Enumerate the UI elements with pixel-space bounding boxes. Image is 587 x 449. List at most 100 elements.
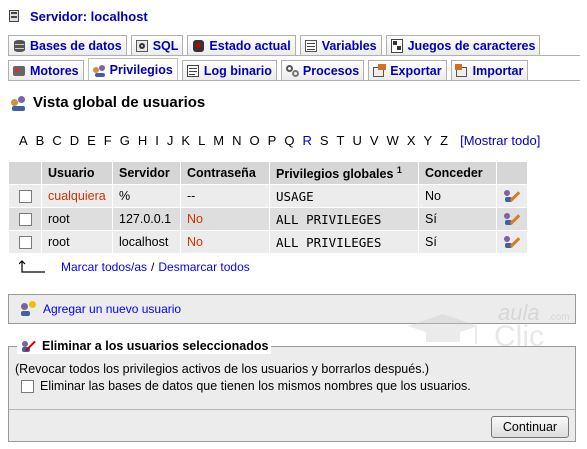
arrow-up-left-icon bbox=[18, 260, 49, 274]
alphabet-letter-v[interactable]: V bbox=[370, 133, 379, 148]
tab-processes[interactable]: Procesos bbox=[280, 60, 365, 80]
edit-privileges-icon[interactable] bbox=[503, 188, 521, 204]
status-icon bbox=[191, 39, 206, 53]
user-cell: cualquiera bbox=[42, 185, 112, 207]
tab-sql[interactable]: SQL bbox=[130, 35, 184, 55]
alphabet-letter-g[interactable]: G bbox=[120, 133, 130, 148]
continue-button[interactable]: Continuar bbox=[491, 416, 569, 438]
table-row: root localhost No ALL PRIVILEGES Sí bbox=[9, 231, 527, 253]
mark-all-link[interactable]: Marcar todos/as bbox=[61, 260, 147, 274]
alphabet-letter-u[interactable]: U bbox=[352, 133, 361, 148]
row-checkbox[interactable] bbox=[18, 213, 32, 227]
alphabet-letter-j[interactable]: J bbox=[167, 133, 174, 148]
alphabet-letter-y[interactable]: Y bbox=[423, 133, 432, 148]
tab-binlog[interactable]: Log binario bbox=[181, 60, 277, 80]
user-cell: root bbox=[42, 231, 112, 253]
alphabet-filter: A B C D E F G H I J K L M N O P Q R S T U V W X Y Z [Mostrar todo] bbox=[19, 133, 548, 148]
privileges-cell: USAGE bbox=[270, 185, 418, 207]
edit-cell bbox=[497, 208, 527, 230]
alphabet-letter-s[interactable]: S bbox=[320, 133, 329, 148]
tabs-row-secondary: Motores Privilegios Log binario Procesos… bbox=[8, 58, 532, 80]
alphabet-letter-i[interactable]: I bbox=[155, 133, 159, 148]
mark-all-row: Marcar todos/as / Desmarcar todos bbox=[18, 260, 250, 274]
alphabet-letter-k[interactable]: K bbox=[181, 133, 190, 148]
drop-databases-option[interactable]: Eliminar las bases de datos que tienen l… bbox=[21, 379, 471, 393]
tab-label: Privilegios bbox=[109, 62, 173, 77]
alphabet-letter-r[interactable]: R bbox=[302, 133, 311, 148]
tabs-row-primary: Bases de datos SQL Estado actual Variabl… bbox=[8, 35, 544, 55]
alphabet-letter-o[interactable]: O bbox=[250, 133, 260, 148]
delete-users-legend: Eliminar a los usuarios seleccionados bbox=[17, 338, 272, 354]
column-header-password-label: Contraseña bbox=[187, 166, 256, 180]
alphabet-letter-m[interactable]: M bbox=[213, 133, 224, 148]
row-checkbox[interactable] bbox=[18, 190, 32, 204]
grant-cell: Sí bbox=[419, 208, 496, 230]
alphabet-letter-c[interactable]: C bbox=[52, 133, 61, 148]
grant-cell: Sí bbox=[419, 231, 496, 253]
row-select-cell bbox=[9, 208, 41, 230]
grant-cell: No bbox=[419, 185, 496, 207]
row-checkbox[interactable] bbox=[18, 236, 32, 250]
charset-icon bbox=[390, 38, 405, 53]
password-cell: -- bbox=[181, 185, 269, 207]
database-icon bbox=[12, 39, 27, 53]
page-heading: Vista global de usuarios bbox=[10, 94, 205, 111]
add-user-icon bbox=[19, 301, 37, 317]
tab-variables[interactable]: Variables bbox=[299, 35, 382, 55]
delete-users-note: (Revocar todos los privilegios activos d… bbox=[15, 362, 430, 376]
alphabet-letter-p[interactable]: P bbox=[268, 133, 277, 148]
alphabet-letter-z[interactable]: Z bbox=[440, 133, 448, 148]
table-header-row: Usuario Servidor Contraseña Privilegios … bbox=[9, 162, 527, 184]
alphabet-letter-x[interactable]: X bbox=[407, 133, 416, 148]
alphabet-letter-t[interactable]: T bbox=[337, 133, 345, 148]
tab-databases[interactable]: Bases de datos bbox=[8, 35, 127, 55]
drop-databases-checkbox[interactable] bbox=[21, 379, 34, 393]
sql-icon bbox=[135, 39, 150, 53]
footnote-mark: 1 bbox=[396, 164, 402, 175]
tabs-divider bbox=[8, 80, 580, 81]
alphabet-letter-l[interactable]: L bbox=[198, 133, 205, 148]
show-all-link[interactable]: [Mostrar todo] bbox=[460, 133, 540, 148]
privileges-icon bbox=[92, 63, 107, 77]
alphabet-letter-h[interactable]: H bbox=[138, 133, 147, 148]
engines-icon bbox=[12, 64, 27, 78]
page-title: Vista global de usuarios bbox=[33, 94, 206, 111]
alphabet-letter-d[interactable]: D bbox=[70, 133, 79, 148]
alphabet-letter-w[interactable]: W bbox=[387, 133, 399, 148]
edit-privileges-icon[interactable] bbox=[503, 211, 521, 227]
edit-column-header bbox=[497, 162, 527, 184]
tab-status[interactable]: Estado actual bbox=[187, 35, 296, 55]
tab-export[interactable]: Exportar bbox=[368, 60, 447, 80]
variables-icon bbox=[304, 39, 319, 53]
column-header-password: Contraseña bbox=[181, 162, 269, 184]
users-icon bbox=[10, 95, 27, 111]
tab-label: Estado actual bbox=[209, 38, 291, 53]
delete-user-icon bbox=[20, 338, 36, 354]
edit-cell bbox=[497, 185, 527, 207]
alphabet-letter-a[interactable]: A bbox=[19, 133, 28, 148]
table-row: root 127.0.0.1 No ALL PRIVILEGES Sí bbox=[9, 208, 527, 230]
alphabet-letter-q[interactable]: Q bbox=[284, 133, 294, 148]
add-user-link[interactable]: Agregar un nuevo usuario bbox=[43, 302, 181, 316]
table-row: cualquiera % -- USAGE No bbox=[9, 185, 527, 207]
unmark-all-link[interactable]: Desmarcar todos bbox=[158, 260, 249, 274]
alphabet-letter-n[interactable]: N bbox=[232, 133, 241, 148]
tab-charsets[interactable]: Juegos de caracteres bbox=[385, 35, 541, 55]
server-label[interactable]: Servidor: localhost bbox=[30, 9, 148, 24]
alphabet-letter-f[interactable]: F bbox=[104, 133, 112, 148]
alphabet-letter-e[interactable]: E bbox=[87, 133, 96, 148]
tab-label: SQL bbox=[152, 38, 179, 53]
edit-cell bbox=[497, 231, 527, 253]
import-icon bbox=[454, 63, 470, 78]
processes-icon bbox=[285, 64, 300, 78]
edit-privileges-icon[interactable] bbox=[503, 234, 521, 250]
tab-label: Exportar bbox=[390, 63, 442, 78]
user-cell: root bbox=[42, 208, 112, 230]
tab-import[interactable]: Importar bbox=[450, 60, 529, 80]
tab-label: Procesos bbox=[302, 63, 360, 78]
alphabet-letter-b[interactable]: B bbox=[36, 133, 45, 148]
tab-privileges[interactable]: Privilegios bbox=[87, 58, 178, 80]
server-breadcrumb[interactable]: Servidor: localhost bbox=[8, 7, 148, 25]
tab-engines[interactable]: Motores bbox=[8, 60, 84, 80]
column-header-privileges: Privilegios globales 1 bbox=[270, 162, 418, 184]
